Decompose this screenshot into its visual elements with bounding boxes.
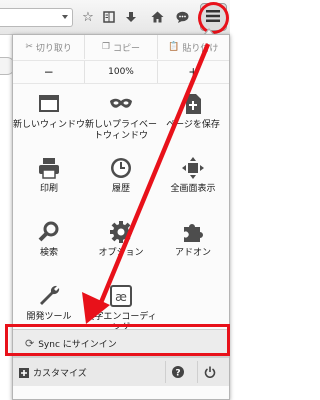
home-icon[interactable]	[149, 9, 165, 25]
zoom-out-button[interactable]: −	[13, 61, 84, 83]
quit-button[interactable]	[197, 361, 222, 383]
paste-button[interactable]: 📋 貼り付け	[158, 35, 229, 59]
help-button[interactable]: ?	[165, 361, 190, 383]
customize-button[interactable]: カスタマイズ	[19, 366, 87, 379]
svg-text:?: ?	[175, 369, 180, 379]
reading-list-icon[interactable]	[101, 9, 117, 25]
sync-highlight-box	[5, 324, 230, 356]
zoom-controls: − 100% +	[13, 60, 229, 84]
zoom-in-button[interactable]: +	[158, 61, 229, 83]
options-icon	[110, 221, 132, 243]
fullscreen-icon	[182, 157, 204, 179]
addons-item[interactable]: アドオン	[157, 218, 229, 278]
save-page-item[interactable]: ページを保存	[157, 90, 229, 150]
cut-icon: ✂	[25, 42, 33, 52]
star-icon[interactable]: ☆	[80, 9, 96, 25]
new-window-icon	[39, 95, 59, 112]
encoding-icon: æ	[110, 285, 132, 307]
search-item[interactable]: 検索	[13, 218, 85, 278]
private-window-icon	[110, 98, 132, 108]
browser-toolbar: ☆	[0, 0, 230, 35]
paste-icon: 📋	[168, 42, 180, 52]
cut-button[interactable]: ✂ 切り取り	[13, 35, 86, 59]
customize-icon	[19, 367, 29, 378]
save-page-icon	[186, 94, 201, 114]
dropdown-icon[interactable]	[62, 15, 68, 19]
private-window-item[interactable]: 新しいプライベートウィンドウ	[85, 90, 157, 150]
power-icon	[204, 366, 216, 378]
help-icon: ?	[172, 366, 184, 378]
edit-controls: ✂ 切り取り ❐ コピー 📋 貼り付け	[13, 35, 229, 59]
history-item[interactable]: 履歴	[85, 154, 157, 214]
panel-footer: カスタマイズ ?	[13, 357, 229, 386]
addons-icon	[184, 224, 203, 242]
print-item[interactable]: 印刷	[13, 154, 85, 214]
copy-icon: ❐	[101, 42, 111, 52]
options-item[interactable]: オプション	[85, 218, 157, 278]
developer-icon	[40, 285, 60, 305]
history-icon	[111, 158, 131, 178]
new-window-item[interactable]: 新しいウィンドウ	[13, 90, 85, 150]
search-icon	[38, 221, 59, 242]
zoom-reset-button[interactable]: 100%	[84, 61, 158, 83]
fullscreen-item[interactable]: 全画面表示	[157, 154, 229, 214]
download-icon[interactable]	[123, 9, 139, 25]
url-bar[interactable]	[0, 8, 73, 27]
chat-icon[interactable]	[174, 9, 190, 25]
print-icon	[39, 158, 59, 179]
copy-button[interactable]: ❐ コピー	[85, 35, 158, 59]
svg-text:æ: æ	[115, 290, 127, 304]
